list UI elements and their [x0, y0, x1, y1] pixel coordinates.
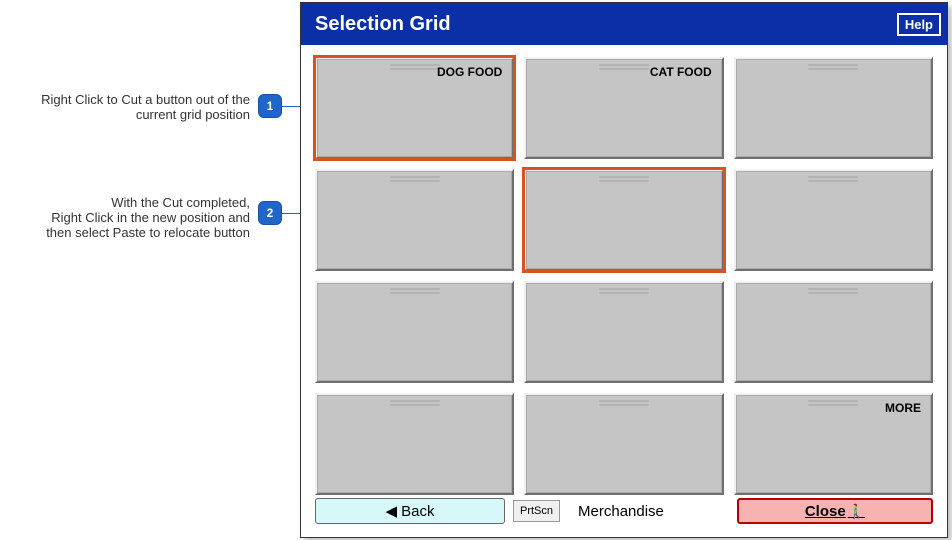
close-button-label: Close — [805, 503, 846, 520]
back-button[interactable]: ◀ Back — [315, 498, 505, 524]
back-arrow-icon: ◀ — [386, 502, 398, 520]
tile-empty[interactable] — [734, 169, 933, 271]
tile-empty[interactable] — [524, 281, 723, 383]
help-button[interactable]: Help — [897, 13, 941, 36]
tile-label: MORE — [885, 401, 921, 415]
annotation-2-text: With the Cut completed, Right Click in t… — [10, 195, 250, 240]
close-button[interactable]: Close 🚶‍♂️ — [737, 498, 933, 524]
prtscn-button[interactable]: PrtScn — [513, 500, 560, 522]
tile-cat-food[interactable]: CAT FOOD — [524, 57, 723, 159]
tile-more[interactable]: MORE — [734, 393, 933, 495]
selection-grid-window: Selection Grid Help DOG FOOD CAT FOOD MO… — [300, 2, 948, 538]
status-label: Merchandise — [578, 503, 664, 520]
window-title: Selection Grid — [315, 13, 451, 36]
tile-empty[interactable] — [734, 281, 933, 383]
tile-grid: DOG FOOD CAT FOOD MORE — [315, 57, 933, 495]
tile-dog-food[interactable]: DOG FOOD — [315, 57, 514, 159]
annotation-1-badge: 1 — [258, 94, 282, 118]
tile-empty[interactable] — [524, 393, 723, 495]
tile-label: DOG FOOD — [437, 65, 502, 79]
exit-icon: 🚶‍♂️ — [848, 503, 865, 520]
tile-label: CAT FOOD — [650, 65, 712, 79]
tile-empty[interactable] — [315, 169, 514, 271]
annotation-2-badge: 2 — [258, 201, 282, 225]
tile-empty[interactable] — [315, 393, 514, 495]
titlebar: Selection Grid Help — [301, 3, 947, 45]
tile-empty-selected[interactable] — [524, 169, 723, 271]
tile-empty[interactable] — [315, 281, 514, 383]
annotations-panel: Right Click to Cut a button out of the c… — [0, 0, 300, 540]
grid-area: DOG FOOD CAT FOOD MORE — [301, 45, 947, 497]
tile-empty[interactable] — [734, 57, 933, 159]
footer-bar: ◀ Back PrtScn Merchandise Close 🚶‍♂️ — [301, 497, 947, 529]
annotation-1-text: Right Click to Cut a button out of the c… — [30, 92, 250, 122]
back-button-label: Back — [401, 503, 434, 520]
